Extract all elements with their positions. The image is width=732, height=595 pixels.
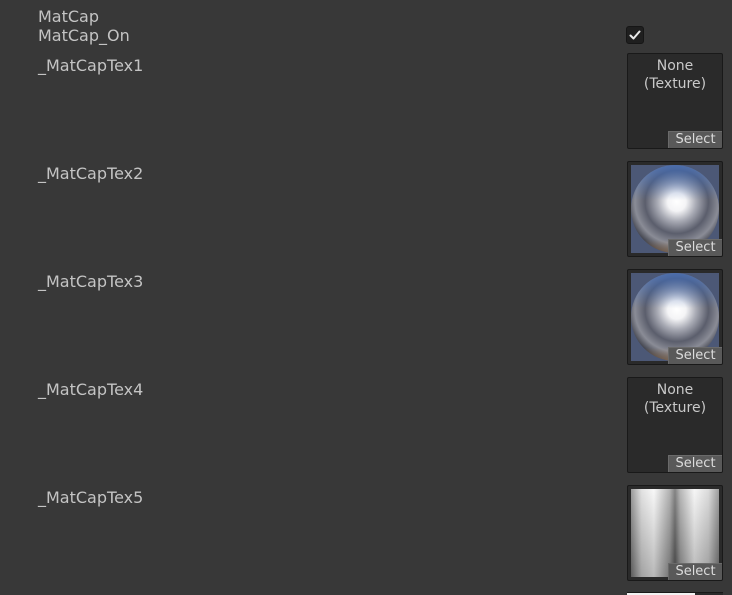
matcap-tex3-label: _MatCapTex3 bbox=[38, 272, 144, 291]
matcap-tex5-select-button[interactable]: Select bbox=[668, 563, 722, 580]
matcap-on-label: MatCap_On bbox=[38, 26, 130, 45]
matcap-tex2-label: _MatCapTex2 bbox=[38, 164, 144, 183]
section-header-matcap: MatCap bbox=[38, 7, 100, 26]
material-inspector-panel: MatCap MatCap_On _MatCapTex1 None (Textu… bbox=[0, 0, 732, 595]
matcap-tex1-select-button[interactable]: Select bbox=[668, 131, 722, 148]
matcap-on-checkbox[interactable] bbox=[626, 26, 644, 44]
matcap-tex4-label: _MatCapTex4 bbox=[38, 380, 144, 399]
texture-type-line: (Texture) bbox=[643, 400, 707, 416]
texture-none-text: None (Texture) bbox=[628, 57, 722, 93]
matcap-tex5-slot[interactable]: Select bbox=[627, 485, 723, 581]
matcap-tex1-label: _MatCapTex1 bbox=[38, 56, 144, 75]
checkmark-icon bbox=[629, 30, 641, 40]
matcap-tex3-select-button[interactable]: Select bbox=[668, 347, 722, 364]
texture-none-text: None (Texture) bbox=[628, 381, 722, 417]
texture-none-line: None bbox=[656, 58, 694, 74]
matcap-tex2-select-button[interactable]: Select bbox=[668, 239, 722, 256]
matcap-tex2-slot[interactable]: Select bbox=[627, 161, 723, 257]
matcap-tex4-select-button[interactable]: Select bbox=[668, 455, 722, 472]
matcap-tex1-slot[interactable]: None (Texture) Select bbox=[627, 53, 723, 149]
texture-type-line: (Texture) bbox=[643, 76, 707, 92]
matcap-tex3-slot[interactable]: Select bbox=[627, 269, 723, 365]
matcap-tex4-slot[interactable]: None (Texture) Select bbox=[627, 377, 723, 473]
texture-none-line: None bbox=[656, 382, 694, 398]
matcap-tex5-label: _MatCapTex5 bbox=[38, 488, 144, 507]
